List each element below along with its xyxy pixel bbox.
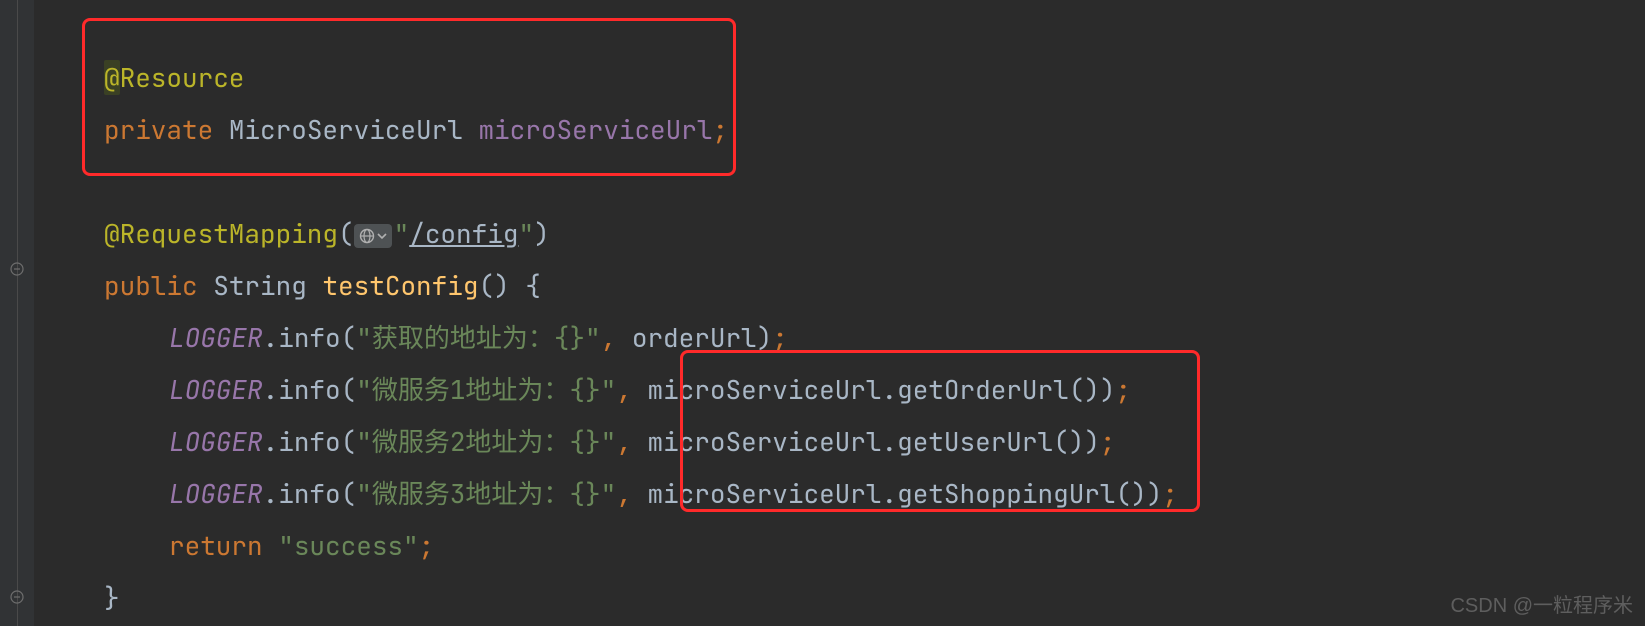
comma: , (616, 476, 632, 511)
keyword-public: public (104, 268, 198, 303)
space (263, 528, 279, 563)
paren-close: ) (534, 216, 550, 251)
string-literal: "微服务3地址为：{}" (356, 476, 616, 511)
gutter-line (17, 0, 18, 626)
code-line: } (34, 572, 1645, 624)
string-literal: "微服务2地址为：{}" (356, 424, 616, 459)
method-call: info (278, 424, 340, 459)
string-quote: " (394, 216, 410, 251)
annotation-name: Resource (120, 60, 245, 95)
space (616, 320, 632, 355)
url-globe-icon[interactable] (354, 224, 392, 248)
semicolon: ; (1116, 372, 1132, 407)
method-call: info (278, 320, 340, 355)
watermark-text: CSDN @一粒程序米 (1450, 589, 1633, 618)
method-call: getShoppingUrl (897, 476, 1115, 511)
argument: orderUrl (632, 320, 757, 355)
field-name: microServiceUrl (478, 112, 712, 147)
paren-close: ) (1084, 424, 1100, 459)
string-literal: "微服务1地址为：{}" (356, 372, 616, 407)
static-field-logger: LOGGER (169, 320, 263, 355)
space (632, 424, 648, 459)
code-line: return "success"; (34, 520, 1645, 572)
annotation-requestmapping: @RequestMapping (104, 216, 338, 251)
code-editor[interactable]: @Resource private MicroServiceUrl microS… (34, 0, 1645, 626)
code-line: LOGGER.info("微服务2地址为：{}", microServiceUr… (34, 416, 1645, 468)
paren-open: ( (341, 320, 357, 355)
semicolon: ; (712, 112, 728, 147)
method-call: info (278, 476, 340, 511)
paren-open: ( (341, 476, 357, 511)
comma: , (616, 372, 632, 407)
parens: () (1069, 372, 1100, 407)
parens: () (1053, 424, 1084, 459)
paren-open: ( (341, 372, 357, 407)
dot: . (881, 424, 897, 459)
object-ref: microServiceUrl (647, 476, 881, 511)
dot: . (263, 476, 279, 511)
static-field-logger: LOGGER (169, 372, 263, 407)
url-path[interactable]: /config (409, 216, 518, 251)
annotation-at: @ (104, 60, 120, 95)
paren-open: ( (341, 424, 357, 459)
paren-close: ) (757, 320, 773, 355)
semicolon: ; (1162, 476, 1178, 511)
editor-gutter (0, 0, 34, 626)
dot: . (263, 424, 279, 459)
keyword-return: return (169, 528, 263, 563)
fold-toggle-icon[interactable] (10, 262, 24, 276)
dot: . (881, 476, 897, 511)
parens: () (1116, 476, 1147, 511)
string-quote: " (518, 216, 534, 251)
dot: . (263, 372, 279, 407)
semicolon: ; (1100, 424, 1116, 459)
paren-close: ) (1100, 372, 1116, 407)
static-field-logger: LOGGER (169, 476, 263, 511)
code-line: @Resource (34, 52, 1645, 104)
method-name: testConfig (322, 268, 478, 303)
method-call: getUserUrl (897, 424, 1053, 459)
string-literal: "success" (278, 528, 418, 563)
object-ref: microServiceUrl (647, 372, 881, 407)
paren-open: ( (338, 216, 354, 251)
comma: , (616, 424, 632, 459)
code-line: LOGGER.info("获取的地址为：{}", orderUrl); (34, 312, 1645, 364)
semicolon: ; (419, 528, 435, 563)
brace-open: { (510, 268, 541, 303)
parens: () (478, 268, 509, 303)
code-line: public String testConfig() { (34, 260, 1645, 312)
brace-close: } (104, 580, 120, 615)
comma: , (601, 320, 617, 355)
keyword-private: private (104, 112, 213, 147)
method-call: getOrderUrl (897, 372, 1069, 407)
space (632, 372, 648, 407)
type-name: MicroServiceUrl (229, 112, 463, 147)
string-literal: "获取的地址为：{}" (356, 320, 600, 355)
method-call: info (278, 372, 340, 407)
return-type: String (213, 268, 307, 303)
code-line: private MicroServiceUrl microServiceUrl; (34, 104, 1645, 156)
dot: . (263, 320, 279, 355)
space (632, 476, 648, 511)
dot: . (881, 372, 897, 407)
code-line: @RequestMapping( "/config") (34, 208, 1645, 260)
fold-toggle-icon[interactable] (10, 590, 24, 604)
semicolon: ; (772, 320, 788, 355)
code-line: LOGGER.info("微服务1地址为：{}", microServiceUr… (34, 364, 1645, 416)
code-line: LOGGER.info("微服务3地址为：{}", microServiceUr… (34, 468, 1645, 520)
paren-close: ) (1147, 476, 1163, 511)
static-field-logger: LOGGER (169, 424, 263, 459)
object-ref: microServiceUrl (647, 424, 881, 459)
